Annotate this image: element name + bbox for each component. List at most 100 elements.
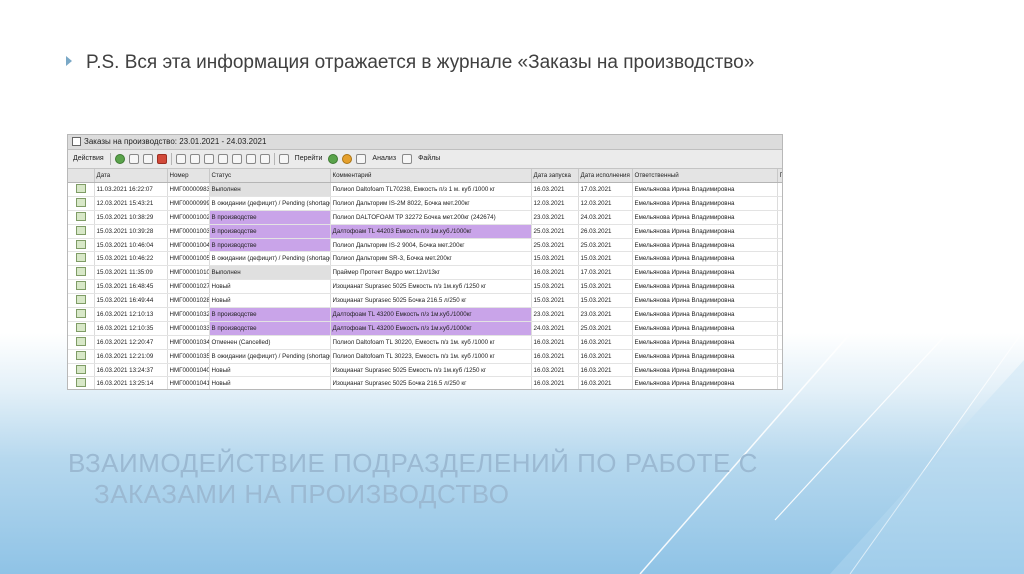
cell-comment[interactable]: Изоцианат Suprasec 5025 Емкость п/з 1м.к…: [330, 363, 532, 378]
cell-date[interactable]: 11.03.2021 16:22:07: [94, 182, 168, 197]
sort-asc-icon[interactable]: [231, 154, 242, 164]
delete-icon[interactable]: [156, 154, 167, 164]
table-row[interactable]: 15.03.2021 10:46:04 НМГ00001004 В производ…: [68, 238, 782, 253]
cell-number[interactable]: НМГ00001041: [167, 376, 210, 389]
cell-launch[interactable]: 16.03.2021: [531, 265, 579, 281]
unpost-icon[interactable]: [189, 154, 200, 164]
cell-status[interactable]: В производстве: [209, 307, 331, 322]
table-row[interactable]: 15.03.2021 10:39:28 НМГ00001003 В производ…: [68, 224, 782, 239]
cell-date[interactable]: 16.03.2021 12:10:35: [94, 321, 168, 336]
col-date[interactable]: Дата: [94, 169, 168, 183]
window-checkbox-icon[interactable]: [72, 137, 81, 147]
cell-comment[interactable]: Полиол Дальторим IS-2M 8022, Бочка мет.2…: [330, 196, 532, 211]
cell-number[interactable]: НМГ00001032: [167, 307, 210, 322]
cell-exec[interactable]: 15.03.2021: [578, 279, 633, 295]
cell-resp[interactable]: Емельянова Ирина Владимировна: [632, 293, 778, 309]
cell-exec[interactable]: 25.03.2021: [578, 321, 633, 336]
cell-exec[interactable]: 16.03.2021: [578, 376, 633, 389]
table-row[interactable]: 15.03.2021 10:46:22 НМГ00001005 В ожидании…: [68, 251, 782, 267]
col-status[interactable]: Статус: [209, 169, 331, 183]
cell-status[interactable]: В ожидании (дефицит) / Pending (shortage…: [209, 349, 331, 364]
structure-icon[interactable]: [278, 154, 289, 164]
cell-resp[interactable]: Емельянова Ирина Владимировна: [632, 279, 778, 295]
cell-launch[interactable]: 23.03.2021: [531, 307, 579, 322]
cell-status[interactable]: Отменен (Cancelled): [209, 335, 331, 350]
cell-number[interactable]: НМГ00001002: [167, 210, 210, 225]
cell-comment[interactable]: Полиол Daltofoam TL70238, Емкость п/з 1 …: [330, 182, 532, 197]
cell-launch[interactable]: 25.03.2021: [531, 224, 579, 239]
cell-number[interactable]: НМГ00001033: [167, 321, 210, 336]
cell-resp[interactable]: Емельянова Ирина Владимировна: [632, 251, 778, 267]
cell-date[interactable]: 16.03.2021 13:24:37: [94, 363, 168, 378]
cell-status[interactable]: В производстве: [209, 210, 331, 225]
cell-resp[interactable]: Емельянова Ирина Владимировна: [632, 238, 778, 253]
cell-resp[interactable]: Емельянова Ирина Владимировна: [632, 349, 778, 364]
cell-comment[interactable]: Изоцианат Suprasec 5025 Бочка 216.5 л/25…: [330, 293, 532, 309]
cell-exec[interactable]: 24.03.2021: [578, 210, 633, 225]
table-row[interactable]: 16.03.2021 12:20:47 НМГ00001034 Отменен (C…: [68, 335, 782, 350]
cell-resp[interactable]: Емельянова Ирина Владимировна: [632, 182, 778, 197]
cell-launch[interactable]: 16.03.2021: [531, 182, 579, 197]
cell-launch[interactable]: 15.03.2021: [531, 293, 579, 309]
cell-number[interactable]: НМГ00001010: [167, 265, 210, 281]
files-icon[interactable]: [402, 154, 413, 164]
cell-status[interactable]: В ожидании (дефицит) / Pending (shortage…: [209, 196, 331, 211]
cell-status[interactable]: Выполнен: [209, 265, 331, 281]
cell-date[interactable]: 16.03.2021 12:20:47: [94, 335, 168, 350]
cell-resp[interactable]: Емельянова Ирина Владимировна: [632, 307, 778, 322]
table-row[interactable]: 15.03.2021 11:35:09 НМГ00001010 Выполнен Пр…: [68, 265, 782, 281]
cell-exec[interactable]: 17.03.2021: [578, 182, 633, 197]
cell-comment[interactable]: Изоцианат Suprasec 5025 Емкость п/з 1м.к…: [330, 279, 532, 295]
settings-icon[interactable]: [259, 154, 270, 164]
cell-comment[interactable]: Далтофоам TL 43200 Емкость п/з 1м.куб./1…: [330, 307, 532, 322]
cell-launch[interactable]: 12.03.2021: [531, 196, 579, 211]
cell-comment[interactable]: Полиол Дальторим IS-2 9004, Бочка мет.20…: [330, 238, 532, 253]
cell-comment[interactable]: Полиол Daltofoam TL 30220, Емкость п/з 1…: [330, 335, 532, 350]
cell-exec[interactable]: 25.03.2021: [578, 238, 633, 253]
cell-resp[interactable]: Емельянова Ирина Владимировна: [632, 224, 778, 239]
cell-launch[interactable]: 24.03.2021: [531, 321, 579, 336]
cell-comment[interactable]: Далтофоам TL 44203 Емкость п/з 1м.куб./1…: [330, 224, 532, 239]
analysis-icon[interactable]: [356, 154, 367, 164]
cell-number[interactable]: НМГ00000983: [167, 182, 210, 197]
cell-launch[interactable]: 15.03.2021: [531, 251, 579, 267]
cell-exec[interactable]: 16.03.2021: [578, 363, 633, 378]
files-button[interactable]: Файлы: [416, 150, 442, 168]
cell-status[interactable]: Новый: [209, 293, 331, 309]
sort-desc-icon[interactable]: [245, 154, 256, 164]
cell-status[interactable]: В производстве: [209, 238, 331, 253]
cell-comment[interactable]: Далтофоам TL 43200 Емкость п/з 1м.куб./1…: [330, 321, 532, 336]
cell-exec[interactable]: 26.03.2021: [578, 224, 633, 239]
cell-number[interactable]: НМГ00001027: [167, 279, 210, 295]
cell-number[interactable]: НМГ00001003: [167, 224, 210, 239]
cell-comment[interactable]: Праймер Протект Ведро мет.12л/13кг: [330, 265, 532, 281]
table-row[interactable]: 11.03.2021 16:22:07 НМГ00000983 Выполнен По…: [68, 182, 782, 197]
cell-status[interactable]: Новый: [209, 363, 331, 378]
cell-launch[interactable]: 23.03.2021: [531, 210, 579, 225]
refresh-icon[interactable]: [328, 154, 339, 164]
table-row[interactable]: 12.03.2021 15:43:21 НМГ00000999 В ожидании…: [68, 196, 782, 211]
cell-status[interactable]: Новый: [209, 279, 331, 295]
cell-resp[interactable]: Емельянова Ирина Владимировна: [632, 363, 778, 378]
cell-exec[interactable]: 12.03.2021: [578, 196, 633, 211]
table-row[interactable]: 16.03.2021 13:25:14 НМГ00001041 Новый Изоци…: [68, 376, 782, 389]
cell-date[interactable]: 15.03.2021 16:48:45: [94, 279, 168, 295]
edit-icon[interactable]: [142, 154, 153, 164]
cell-date[interactable]: 15.03.2021 16:49:44: [94, 293, 168, 309]
cell-resp[interactable]: Емельянова Ирина Владимировна: [632, 335, 778, 350]
cell-date[interactable]: 16.03.2021 13:25:14: [94, 376, 168, 389]
cell-date[interactable]: 15.03.2021 10:46:04: [94, 238, 168, 253]
cell-date[interactable]: 16.03.2021 12:10:13: [94, 307, 168, 322]
filter-off-icon[interactable]: [217, 154, 228, 164]
cell-date[interactable]: 15.03.2021 10:39:28: [94, 224, 168, 239]
cell-comment[interactable]: Полиол Дальторим SR-3, Бочка мет.200кг: [330, 251, 532, 267]
cell-status[interactable]: Выполнен: [209, 182, 331, 197]
add-icon[interactable]: [114, 154, 125, 164]
cell-exec[interactable]: 16.03.2021: [578, 349, 633, 364]
cell-exec[interactable]: 16.03.2021: [578, 335, 633, 350]
actions-menu[interactable]: Действия: [71, 150, 106, 168]
copy-icon[interactable]: [128, 154, 139, 164]
cell-resp[interactable]: Емельянова Ирина Владимировна: [632, 265, 778, 281]
cell-number[interactable]: НМГ00001035: [167, 349, 210, 364]
table-row[interactable]: 16.03.2021 13:24:37 НМГ00001040 Новый Изоци…: [68, 363, 782, 378]
